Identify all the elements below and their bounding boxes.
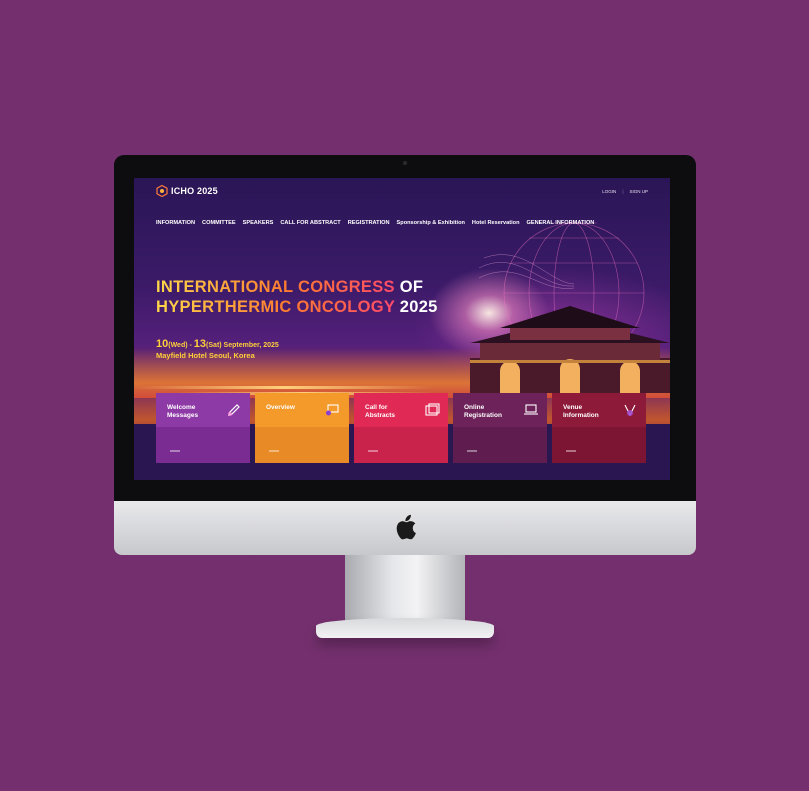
card-call-for-abstracts[interactable]: Call for Abstracts [354, 393, 448, 463]
event-dates: 10(Wed) - 13(Sat) September, 2025 [156, 334, 279, 352]
card-label: Online Registration [464, 404, 502, 419]
card-label: Welcome Messages [167, 404, 199, 419]
nav-item-hotel-reservation[interactable]: Hotel Reservation [472, 220, 520, 226]
site-logo[interactable]: ICHO 2025 [156, 185, 218, 197]
arrow-right-icon [368, 450, 378, 452]
palace-illustration [470, 306, 670, 393]
laptop-icon [524, 404, 538, 415]
arrow-right-icon [269, 450, 279, 452]
monitor-stand [345, 555, 465, 625]
card-label: Venue Information [563, 404, 599, 419]
card-bottom [453, 427, 547, 463]
chat-icon [326, 404, 339, 416]
card-top: Overview [255, 393, 349, 427]
nav-item-sponsorship[interactable]: Sponsorship & Exhibition [397, 220, 465, 226]
auth-links: LOGIN | SIGN UP [602, 189, 648, 194]
logo-text: ICHO 2025 [171, 186, 218, 196]
card-label: Call for Abstracts [365, 404, 395, 419]
hero-title: INTERNATIONAL CONGRESS OF HYPERTHERMIC O… [156, 277, 438, 317]
imac-mockup: ICHO 2025 LOGIN | SIGN UP INFORMATION CO… [0, 0, 809, 791]
quick-links: Welcome Messages Overview Call for Abstr… [156, 393, 646, 463]
nav-item-information[interactable]: INFORMATION [156, 220, 195, 226]
login-link[interactable]: LOGIN [602, 189, 616, 194]
arrow-right-icon [467, 450, 477, 452]
hexagon-logo-icon [156, 185, 168, 197]
card-top: Call for Abstracts [354, 393, 448, 427]
card-bottom [156, 427, 250, 463]
title-line2-suffix: 2025 [394, 298, 438, 316]
document-icon [425, 403, 440, 416]
card-venue-information[interactable]: Venue Information [552, 393, 646, 463]
nav-item-speakers[interactable]: SPEAKERS [243, 220, 274, 226]
card-label: Overview [266, 404, 295, 411]
website-screen: ICHO 2025 LOGIN | SIGN UP INFORMATION CO… [134, 178, 670, 480]
card-top: Venue Information [552, 393, 646, 427]
title-line2-main: HYPERTHERMIC ONCOLOGY [156, 298, 395, 316]
pencil-icon [228, 404, 240, 416]
divider: | [622, 189, 624, 194]
card-welcome-messages[interactable]: Welcome Messages [156, 393, 250, 463]
arrow-right-icon [170, 450, 180, 452]
card-bottom [552, 427, 646, 463]
nav-item-committee[interactable]: COMMITTEE [202, 220, 236, 226]
event-venue: Mayfield Hotel Seoul, Korea [156, 351, 255, 360]
date-start-day: (Wed) - [168, 342, 194, 349]
card-bottom [354, 427, 448, 463]
card-online-registration[interactable]: Online Registration [453, 393, 547, 463]
light-streak [134, 386, 434, 389]
signup-link[interactable]: SIGN UP [629, 189, 648, 194]
card-overview[interactable]: Overview [255, 393, 349, 463]
monitor-base [316, 618, 494, 638]
title-line1-main: INTERNATIONAL CONGRESS [156, 278, 395, 296]
date-end: 13 [193, 338, 207, 350]
apple-logo-icon [396, 514, 416, 540]
date-end-day: (Sat) September, 2025 [206, 342, 279, 349]
main-nav: INFORMATION COMMITTEE SPEAKERS CALL FOR … [156, 220, 594, 226]
nav-item-registration[interactable]: REGISTRATION [348, 220, 390, 226]
card-top: Welcome Messages [156, 393, 250, 427]
card-top: Online Registration [453, 393, 547, 427]
date-start: 10 [156, 338, 169, 350]
nav-item-call-for-abstract[interactable]: CALL FOR ABSTRACT [280, 220, 340, 226]
location-icon [624, 404, 636, 417]
camera-icon [403, 161, 407, 165]
title-line1-suffix: OF [394, 278, 424, 296]
nav-item-general-information[interactable]: GENERAL INFORMATION [526, 220, 594, 226]
arrow-right-icon [566, 450, 576, 452]
card-bottom [255, 427, 349, 463]
